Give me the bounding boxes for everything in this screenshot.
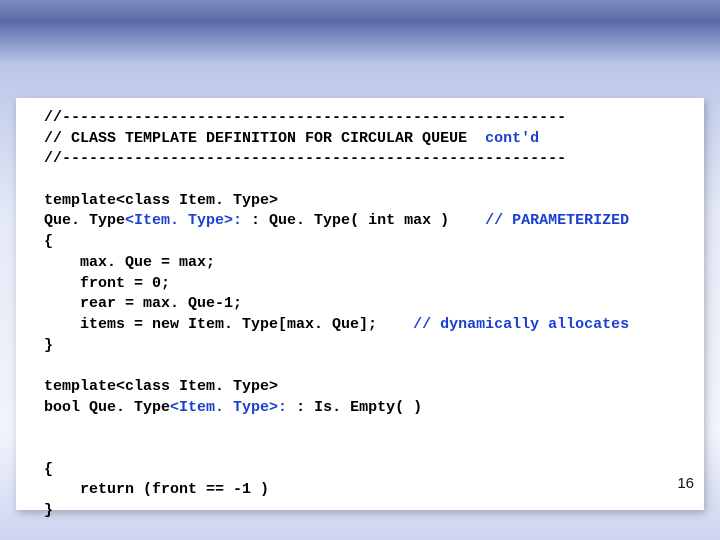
line: return (front == -1 ) [44,481,269,498]
line: //--------------------------------------… [44,150,566,167]
line: bool Que. Type [44,399,170,416]
line: max. Que = max; [44,254,215,271]
code-comment: cont'd [485,130,539,147]
code-template-arg: <Item. Type>: [170,399,296,416]
line: : Que. Type( int max ) [251,212,485,229]
line: : Is. Empty( ) [296,399,422,416]
line: { [44,233,53,250]
line: front = 0; [44,275,170,292]
line: rear = max. Que-1; [44,295,242,312]
line: template<class Item. Type> [44,378,278,395]
line: } [44,502,53,519]
line: Que. Type [44,212,125,229]
page-number: 16 [677,475,694,492]
line: //--------------------------------------… [44,109,566,126]
line: // CLASS TEMPLATE DEFINITION FOR CIRCULA… [44,130,485,147]
code-comment: // dynamically allocates [413,316,629,333]
code-template-arg: <Item. Type>: [125,212,251,229]
code-block: //--------------------------------------… [44,98,686,522]
code-panel: //--------------------------------------… [16,98,704,510]
line: items = new Item. Type[max. Que]; [44,316,413,333]
code-comment: // PARAMETERIZED [485,212,629,229]
line: { [44,461,53,478]
line: template<class Item. Type> [44,192,278,209]
line: } [44,337,53,354]
